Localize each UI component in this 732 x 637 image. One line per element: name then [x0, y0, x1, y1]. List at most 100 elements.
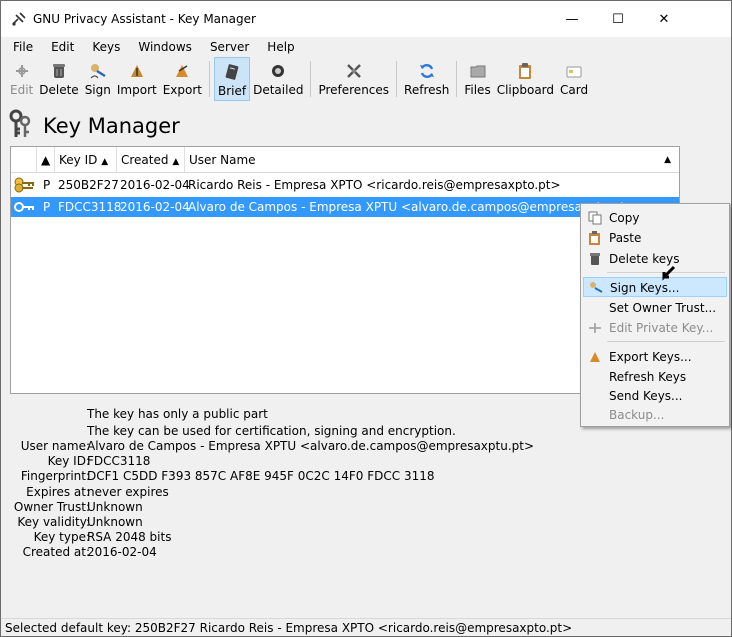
- export-button[interactable]: Export: [160, 57, 205, 101]
- toolbar-separator: [396, 61, 398, 97]
- import-button-label: Import: [116, 83, 157, 97]
- menu-item-backup[interactable]: Backup...: [583, 405, 727, 425]
- header-user-name[interactable]: User Name ▲: [185, 147, 679, 173]
- preferences-button[interactable]: Preferences: [315, 57, 392, 101]
- clipboard-button[interactable]: Clipboard: [494, 57, 557, 101]
- key-user-name: Ricardo Reis - Empresa XPTO <ricardo.rei…: [188, 178, 561, 192]
- key-row-selected[interactable]: P FDCC3118 2016-02-04 Alvaro de Campos -…: [11, 197, 679, 217]
- maximize-button[interactable]: ☐: [595, 1, 641, 37]
- preferences-icon: [344, 61, 364, 81]
- key-icon: [13, 198, 35, 218]
- detail-value: RSA 2048 bits: [87, 530, 172, 544]
- delete-button[interactable]: Delete: [36, 57, 81, 101]
- key-id: FDCC3118: [58, 200, 122, 214]
- detailed-button[interactable]: Detailed: [250, 57, 306, 101]
- menu-windows[interactable]: Windows: [126, 37, 198, 57]
- sort-up-icon: ▲: [664, 155, 671, 165]
- menu-item-label: Set Owner Trust...: [609, 301, 717, 315]
- detail-fingerprint: Fingerprint: DCF1 C5DD F393 857C AF8E 94…: [10, 469, 680, 484]
- header-sort-arrow[interactable]: ▲: [37, 147, 55, 173]
- brief-icon: [222, 62, 242, 82]
- brief-button[interactable]: Brief: [213, 57, 251, 101]
- menu-item-label: Edit Private Key...: [609, 321, 714, 335]
- key-created: 2016-02-04: [120, 200, 190, 214]
- detail-label: Key type:: [33, 530, 90, 544]
- minimize-button[interactable]: —: [549, 1, 595, 37]
- trash-icon: [49, 61, 69, 81]
- refresh-icon: [417, 61, 437, 81]
- files-button[interactable]: Files: [461, 57, 493, 101]
- menu-item-export-keys[interactable]: Export Keys...: [583, 347, 727, 367]
- key-manager-icon: [7, 109, 33, 142]
- menu-item-set-owner-trust[interactable]: Set Owner Trust...: [583, 298, 727, 318]
- refresh-button[interactable]: Refresh: [401, 57, 452, 101]
- menu-file[interactable]: File: [1, 37, 39, 57]
- import-icon: [127, 61, 147, 81]
- detail-label: Key ID:: [47, 454, 90, 468]
- header-type-icon[interactable]: [11, 147, 37, 173]
- sort-up-icon: ▲: [172, 157, 180, 167]
- edit-icon: [12, 61, 32, 81]
- detail-value: FDCC3118: [87, 454, 151, 468]
- menu-item-send-keys[interactable]: Send Keys...: [583, 386, 727, 406]
- paste-icon: [587, 230, 603, 246]
- context-menu: Copy Paste Delete keys Sign Keys... Set …: [580, 203, 730, 427]
- card-button-label: Card: [560, 83, 589, 97]
- export-icon: [172, 61, 192, 81]
- page-heading: Key Manager: [7, 109, 180, 142]
- menu-item-edit-private-key[interactable]: Edit Private Key...: [583, 318, 727, 338]
- export-button-label: Export: [162, 83, 202, 97]
- toolbar-separator: [310, 61, 312, 97]
- detail-label: Fingerprint:: [20, 469, 90, 483]
- menu-item-paste[interactable]: Paste: [583, 228, 727, 248]
- menu-keys[interactable]: Keys: [80, 37, 126, 57]
- key-details-panel: The key has only a public part The key c…: [10, 399, 680, 609]
- menu-bar: File Edit Keys Windows Server Help: [1, 37, 731, 57]
- key-user-name: Alvaro de Campos - Empresa XPTU <alvaro.…: [188, 200, 636, 214]
- menu-help[interactable]: Help: [255, 37, 300, 57]
- folder-icon: [468, 61, 488, 81]
- menu-server[interactable]: Server: [198, 37, 255, 57]
- status-bar: Selected default key: 250B2F27 Ricardo R…: [1, 618, 731, 636]
- import-button[interactable]: Import: [114, 57, 160, 101]
- files-button-label: Files: [464, 83, 491, 97]
- sort-up-icon: ▲: [41, 153, 51, 167]
- menu-item-refresh-keys[interactable]: Refresh Keys: [583, 367, 727, 387]
- detailed-icon: [268, 61, 288, 81]
- sign-button[interactable]: Sign: [82, 57, 114, 101]
- delete-button-label: Delete: [39, 83, 79, 97]
- detail-user-name: User name: Alvaro de Campos - Empresa XP…: [10, 439, 680, 454]
- detail-label: Key validity:: [17, 515, 90, 529]
- menu-edit[interactable]: Edit: [39, 37, 80, 57]
- detail-value: Alvaro de Campos - Empresa XPTU <alvaro.…: [87, 439, 535, 453]
- gpa-app-icon: [11, 11, 27, 27]
- detail-value: DCF1 C5DD F393 857C AF8E 945F 0C2C 14F0 …: [87, 469, 435, 483]
- toolbar-separator: [208, 61, 210, 97]
- key-row[interactable]: P 250B2F27 2016-02-04 Ricardo Reis - Emp…: [11, 175, 679, 195]
- menu-separator: [607, 341, 725, 342]
- card-button[interactable]: Card: [557, 57, 591, 101]
- detail-key-id: Key ID: FDCC3118: [10, 454, 680, 469]
- card-icon: [564, 61, 584, 81]
- detail-label: Owner Trust:: [13, 500, 90, 514]
- menu-item-copy[interactable]: Copy: [583, 208, 727, 228]
- detail-created-at: Created at: 2016-02-04: [10, 545, 680, 560]
- close-button[interactable]: ✕: [641, 1, 687, 37]
- detail-owner-trust: Owner Trust: Unknown: [10, 500, 680, 515]
- edit-button[interactable]: Edit: [7, 57, 36, 101]
- menu-item-label: Backup...: [609, 408, 665, 422]
- menu-item-delete-keys[interactable]: Delete keys: [583, 249, 727, 269]
- menu-item-label: Send Keys...: [609, 389, 683, 403]
- window-title: GNU Privacy Assistant - Key Manager: [33, 12, 256, 26]
- detail-label: Created at:: [22, 545, 90, 559]
- header-key-id[interactable]: Key ID ▲: [55, 147, 117, 173]
- menu-item-sign-keys[interactable]: Sign Keys...: [583, 277, 727, 297]
- detail-label: User name:: [20, 439, 90, 453]
- key-type: P: [43, 178, 51, 192]
- detail-key-type: Key type: RSA 2048 bits: [10, 530, 680, 545]
- header-created[interactable]: Created ▲: [117, 147, 185, 173]
- sign-icon: [88, 61, 108, 81]
- clipboard-icon: [515, 61, 535, 81]
- key-created: 2016-02-04: [120, 178, 190, 192]
- detail-value: 2016-02-04: [87, 545, 157, 559]
